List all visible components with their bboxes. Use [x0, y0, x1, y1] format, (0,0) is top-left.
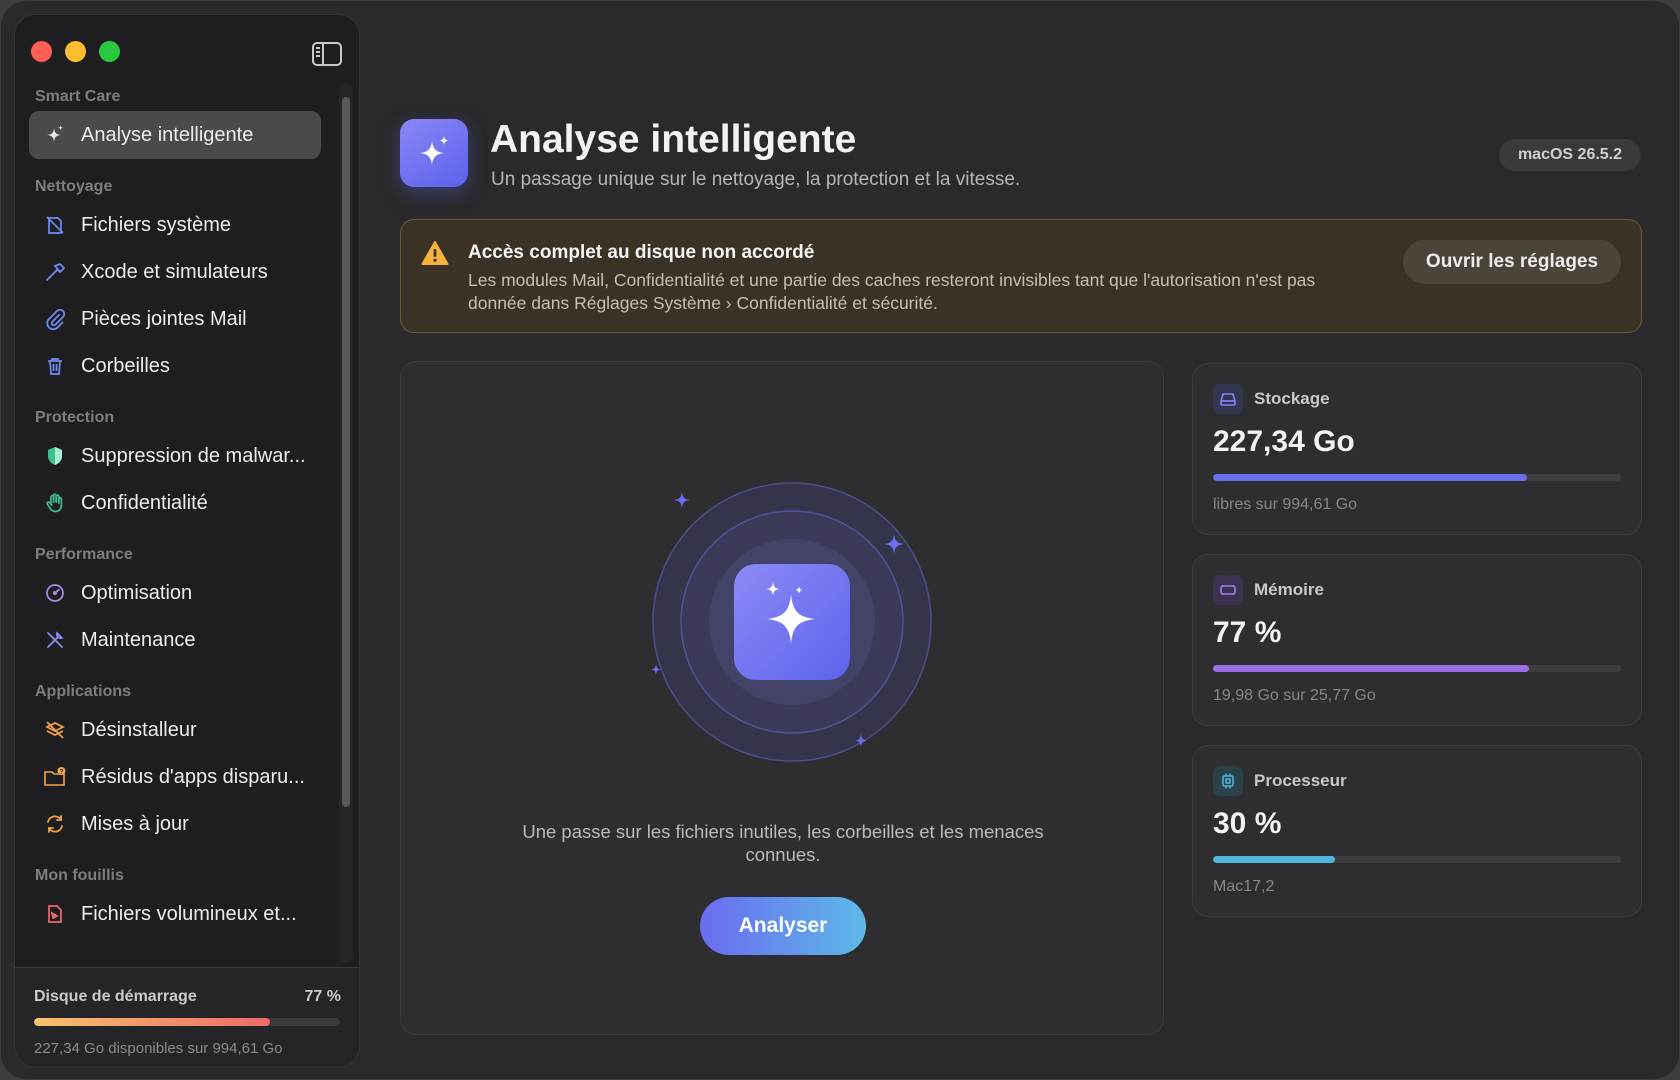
window-controls [31, 41, 120, 62]
sidebar-item-label: Xcode et simulateurs [81, 260, 268, 283]
open-settings-button[interactable]: Ouvrir les réglages [1403, 240, 1621, 284]
sidebar-item-2-1[interactable]: Confidentialité [29, 479, 321, 527]
sidebar-item-label: Suppression de malwar... [81, 444, 306, 467]
sparkles-icon [420, 136, 449, 165]
sidebar-item-label: Désinstalleur [81, 718, 197, 741]
stat-progress-bar [1213, 665, 1621, 672]
stat-progress-fill [1213, 856, 1336, 863]
uninstall-icon [43, 718, 67, 742]
startup-disk-subtitle: 227,34 Go disponibles sur 994,61 Go [34, 1040, 283, 1057]
page-subtitle: Un passage unique sur le nettoyage, la p… [491, 169, 1021, 190]
sidebar-toggle-icon[interactable] [312, 42, 342, 66]
scan-description: Une passe sur les fichiers inutiles, les… [522, 821, 1044, 865]
scan-orb-illustration [651, 482, 932, 762]
sidebar-item-label: Maintenance [81, 628, 196, 651]
analyze-button[interactable]: Analyser [700, 897, 866, 955]
sidebar-item-1-1[interactable]: Xcode et simulateurs [29, 248, 321, 296]
sidebar: Smart Care Analyse intelligente Nettoyage F… [14, 14, 360, 1068]
zoom-window-button[interactable] [99, 41, 120, 62]
sidebar-item-4-2[interactable]: Mises à jour [29, 800, 321, 848]
warning-icon [421, 241, 449, 265]
startup-disk-percent: 77 % [304, 988, 341, 1005]
large-file-icon [43, 902, 67, 926]
sidebar-item-label: Fichiers volumineux et... [81, 902, 297, 925]
cpu-icon [1213, 766, 1243, 796]
refresh-icon [43, 812, 67, 836]
stat-label: Stockage [1254, 389, 1330, 408]
sidebar-item-label: Fichiers système [81, 213, 232, 236]
startup-disk-title: Disque de démarrage [34, 988, 197, 1005]
page-title: Analyse intelligente [490, 118, 857, 161]
sidebar-item-label: Analyse intelligente [81, 123, 254, 146]
stat-value: 227,34 Go [1213, 425, 1355, 458]
hand-icon [43, 491, 67, 515]
sidebar-item-label: Pièces jointes Mail [81, 307, 247, 330]
stat-progress-bar [1213, 856, 1621, 863]
shield-icon [43, 444, 67, 468]
stat-progress-fill [1213, 474, 1528, 481]
stat-card-cpu: Processeur 30 % Mac17,2 [1192, 745, 1642, 917]
stat-subtitle: 19,98 Go sur 25,77 Go [1213, 687, 1376, 704]
warning-message: Les modules Mail, Confidentialité et une… [468, 270, 1316, 313]
sidebar-item-1-0[interactable]: Fichiers système [29, 201, 321, 249]
sidebar-item-3-1[interactable]: Maintenance [29, 616, 321, 664]
disk-access-warning: Accès complet au disque non accordé Les … [400, 219, 1642, 333]
sidebar-item-label: Confidentialité [81, 491, 208, 514]
stat-value: 77 % [1213, 616, 1282, 649]
stat-label: Processeur [1254, 771, 1347, 790]
sidebar-item-4-0[interactable]: Désinstalleur [29, 706, 321, 754]
hammer-icon [43, 260, 67, 284]
sidebar-item-label: Optimisation [81, 581, 193, 604]
svg-text:?: ? [60, 769, 64, 776]
minimize-window-button[interactable] [65, 41, 86, 62]
sidebar-item-label: Résidus d'apps disparu... [81, 765, 305, 788]
section-label-0: Smart Care [35, 88, 121, 105]
sidebar-item-4-1[interactable]: ? Résidus d'apps disparu... [29, 753, 321, 801]
stat-subtitle: libres sur 994,61 Go [1213, 496, 1358, 513]
sidebar-item-0-0[interactable]: Analyse intelligente [29, 111, 321, 159]
close-window-button[interactable] [31, 41, 52, 62]
sidebar-item-label: Mises à jour [81, 812, 189, 835]
sidebar-item-5-0[interactable]: Fichiers volumineux et... [29, 890, 321, 938]
memory-icon [1213, 575, 1243, 605]
os-version-badge: macOS 26.5.2 [1499, 139, 1641, 171]
startup-disk-bar [34, 1018, 340, 1026]
section-label-4: Applications [35, 683, 132, 700]
section-label-3: Performance [35, 546, 133, 563]
sidebar-scrollbar[interactable] [339, 83, 353, 963]
sidebar-scroll-thumb[interactable] [342, 97, 350, 807]
sidebar-item-2-0[interactable]: Suppression de malwar... [29, 432, 321, 480]
section-label-2: Protection [35, 409, 115, 426]
scan-card: Une passe sur les fichiers inutiles, les… [400, 361, 1164, 1035]
sparkles-icon [43, 123, 67, 147]
folder-question-icon: ? [43, 765, 67, 789]
startup-disk-bar-fill [34, 1018, 270, 1026]
section-label-5: Mon fouillis [35, 867, 124, 884]
tools-icon [43, 628, 67, 652]
sidebar-item-3-0[interactable]: Optimisation [29, 569, 321, 617]
system-files-icon [43, 213, 67, 237]
app-window: Smart Care Analyse intelligente Nettoyage F… [0, 0, 1680, 1080]
paperclip-icon [43, 307, 67, 331]
gauge-icon [43, 581, 67, 605]
stat-progress-fill [1213, 665, 1530, 672]
startup-disk-panel: Disque de démarrage 77 % 227,34 Go dispo… [15, 967, 359, 1067]
sidebar-nav: Smart Care Analyse intelligente Nettoyage F… [15, 83, 335, 938]
smart-scan-app-icon [400, 119, 468, 187]
sidebar-item-1-2[interactable]: Pièces jointes Mail [29, 295, 321, 343]
drive-icon [1213, 384, 1243, 414]
stat-value: 30 % [1213, 807, 1282, 840]
stat-label: Mémoire [1254, 580, 1324, 599]
sidebar-item-label: Corbeilles [81, 354, 170, 377]
sparkle-decoration [674, 492, 690, 508]
sidebar-item-1-3[interactable]: Corbeilles [29, 342, 321, 390]
warning-title: Accès complet au disque non accordé [468, 242, 815, 263]
stat-progress-bar [1213, 474, 1621, 481]
stat-subtitle: Mac17,2 [1213, 878, 1275, 895]
section-label-1: Nettoyage [35, 178, 113, 195]
stat-card-memory: Mémoire 77 % 19,98 Go sur 25,77 Go [1192, 554, 1642, 726]
stat-card-drive: Stockage 227,34 Go libres sur 994,61 Go [1192, 363, 1642, 535]
trash-icon [43, 354, 67, 378]
